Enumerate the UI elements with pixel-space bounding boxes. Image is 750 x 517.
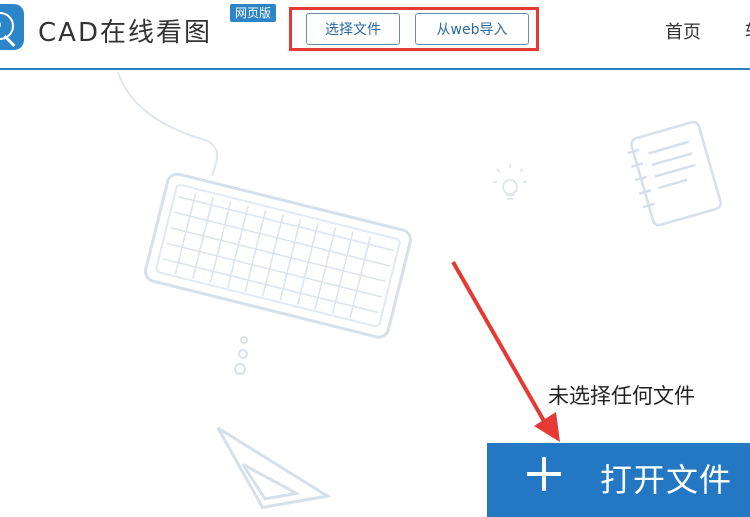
magnifier-handle-icon [3, 34, 16, 48]
notebook-icon [627, 120, 722, 227]
ruler-triangle-icon [216, 426, 332, 510]
web-version-badge: 网页版 [230, 4, 277, 22]
plus-icon [527, 457, 561, 491]
logo-text: AD [0, 18, 1, 32]
annotation-arrow [451, 261, 560, 442]
top-header: AD CAD在线看图 网页版 选择文件 从web导入 首页 软 [0, 0, 750, 70]
nav-home-link[interactable]: 首页 [665, 18, 701, 44]
app-logo[interactable]: AD [0, 4, 24, 50]
import-from-web-button[interactable]: 从web导入 [415, 13, 529, 45]
brand-title: CAD在线看图 [38, 18, 212, 48]
open-file-label: 打开文件 [600, 461, 733, 499]
keyboard-icon [144, 172, 412, 339]
open-file-button[interactable]: 打开文件 [487, 443, 750, 517]
no-file-selected-text: 未选择任何文件 [548, 384, 695, 408]
bubble-dots [234, 336, 248, 375]
lightbulb-icon [493, 164, 527, 200]
keyboard-cable [117, 71, 219, 177]
nav-truncated-link[interactable]: 软 [745, 18, 750, 44]
select-file-button[interactable]: 选择文件 [306, 13, 400, 45]
